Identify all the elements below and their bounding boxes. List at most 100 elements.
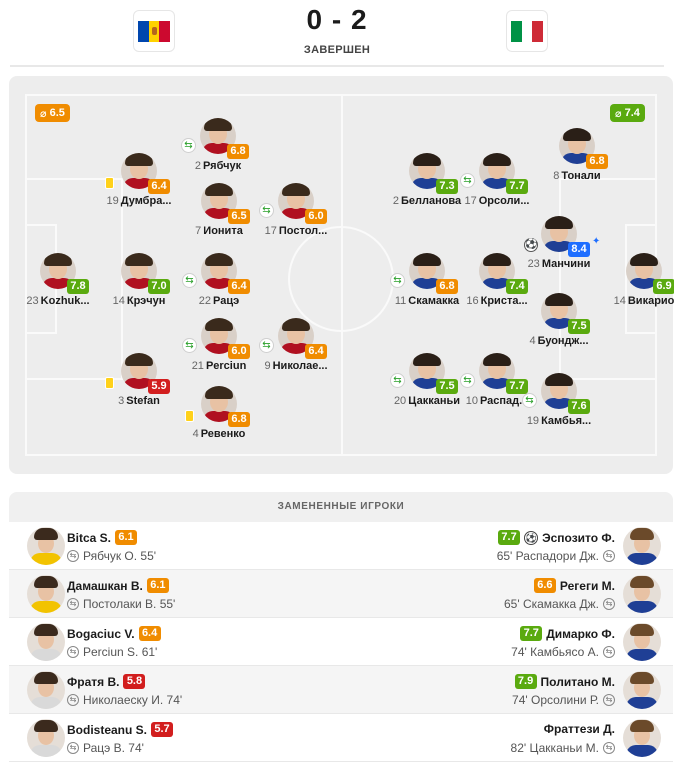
photo-shirt — [30, 697, 62, 709]
sub-rating: 6.6 — [533, 578, 556, 593]
player-number: 19 — [526, 415, 540, 427]
photo-shirt — [30, 553, 62, 565]
player-rating: 6.8 — [586, 154, 608, 169]
substitution-icon: ⇆ — [603, 646, 615, 658]
substitution-icon: ⇆ — [603, 742, 615, 754]
home-player[interactable]: 7.0 14 Крэчун — [94, 253, 184, 317]
player-rating: 6.4 — [228, 279, 250, 294]
home-sub-photo[interactable] — [27, 719, 65, 757]
home-sub-photo[interactable] — [27, 575, 65, 613]
home-player[interactable]: ⇆ 6.4 22 Рацэ — [174, 253, 264, 317]
player-name: Манчини — [541, 258, 591, 270]
substitution-row: Bodisteanu S. 5.7 ⇆ Рацэ В. 74' Фраттези Д. 8… — [9, 714, 673, 762]
player-number: 22 — [198, 295, 212, 307]
away-sub-name[interactable]: 7.7 ⚽ Эспозито Ф. — [498, 530, 615, 545]
home-player[interactable]: ⇆ 6.8 2 Рябчук — [173, 118, 263, 182]
sub-rating: 5.8 — [123, 674, 146, 689]
player-rating: 7.4 — [506, 279, 528, 294]
photo-hair — [34, 576, 58, 588]
yellow-card-icon — [105, 177, 114, 189]
home-player[interactable]: ⇆ 6.4 9 Николае... — [251, 318, 341, 382]
away-sub-name[interactable]: Фраттези Д. — [544, 722, 615, 736]
home-player[interactable]: ⇆ 6.0 17 Постол... — [251, 183, 341, 247]
home-sub-name[interactable]: Фратя В. 5.8 — [67, 674, 146, 689]
away-player[interactable]: 6.8 8 Тонали — [532, 128, 622, 192]
italy-flag[interactable] — [506, 10, 548, 52]
substitution-icon: ⇆ — [67, 694, 79, 706]
replaced-player: Постолаки В. 55' — [83, 597, 176, 611]
home-sub-name[interactable]: Bodisteanu S. 5.7 — [67, 722, 174, 737]
replaced-player: 82' Цакканьи М. — [510, 741, 599, 755]
photo-shirt — [30, 649, 62, 661]
home-player[interactable]: 5.9 3 Stefan — [94, 353, 184, 417]
player-number: 21 — [191, 360, 204, 372]
yellow-card-icon — [185, 410, 194, 422]
home-sub-photo[interactable] — [27, 623, 65, 661]
player-name: Рацэ — [213, 295, 240, 307]
substitution-icon: ⇆ — [259, 338, 274, 353]
header-divider — [10, 65, 664, 67]
player-name: Perciun — [205, 360, 247, 372]
substitution-icon: ⇆ — [67, 550, 79, 562]
home-sub-name[interactable]: Bitca S. 6.1 — [67, 530, 138, 545]
sub-player-name: Фратя В. — [67, 674, 120, 689]
photo-hair — [630, 576, 654, 588]
away-sub-photo[interactable] — [623, 527, 661, 565]
sub-player-name: Регеги М. — [559, 578, 615, 593]
away-sub-detail: 74' Камбьясо А. ⇆ — [511, 645, 615, 659]
photo-hair — [545, 373, 573, 386]
home-sub-name[interactable]: Bogaciuc V. 6.4 — [67, 626, 161, 641]
away-player[interactable]: ⇆ 7.6 19 Камбья... — [514, 373, 604, 437]
player-number: 23 — [26, 295, 39, 307]
player-name: Постол... — [278, 225, 328, 237]
sub-rating: 6.4 — [138, 626, 161, 641]
away-sub-name[interactable]: 7.7 Димарко Ф. — [520, 626, 615, 641]
average-icon: ⌀ — [40, 107, 47, 120]
away-sub-photo[interactable] — [623, 575, 661, 613]
player-rating: 6.5 — [228, 209, 250, 224]
home-sub-photo[interactable] — [27, 527, 65, 565]
sub-player-name: Политано М. — [540, 674, 615, 689]
photo-hair — [34, 720, 58, 732]
home-player[interactable]: 6.8 4 Ревенко — [174, 386, 264, 450]
photo-shirt — [626, 553, 658, 565]
away-sub-name[interactable]: 6.6 Регеги М. — [533, 578, 615, 593]
photo-hair — [34, 624, 58, 636]
away-sub-photo[interactable] — [623, 719, 661, 757]
substitution-row: Bitca S. 6.1 ⇆ Рябчук О. 55' 7.7 ⚽ Эспозито Ф.… — [9, 522, 673, 570]
substitution-icon: ⇆ — [522, 393, 537, 408]
photo-hair — [125, 253, 153, 266]
player-label: 23 Kozhuk... — [13, 295, 103, 307]
photo-hair — [44, 253, 72, 266]
player-number: 17 — [264, 225, 277, 237]
home-sub-name[interactable]: Дамашкан В. 6.1 — [67, 578, 169, 593]
player-rating: 6.9 — [653, 279, 674, 294]
player-label: 14 Викарио — [599, 295, 674, 307]
away-sub-name[interactable]: 7.9 Политано М. — [514, 674, 615, 689]
photo-hair — [125, 153, 153, 166]
away-player[interactable]: ⇆ 7.7 17 Орсоли... — [452, 153, 542, 217]
away-sub-photo[interactable] — [623, 623, 661, 661]
away-sub-detail: 65' Распадори Дж. ⇆ — [497, 549, 615, 563]
substitution-row: Bogaciuc V. 6.4 ⇆ Perciun S. 61' 7.7 Димарко … — [9, 618, 673, 666]
photo-hair — [630, 253, 658, 266]
replaced-player: Рацэ В. 74' — [83, 741, 144, 755]
replaced-player: Рябчук О. 55' — [83, 549, 157, 563]
away-player[interactable]: 7.5 4 Буондж... — [514, 293, 604, 357]
away-player[interactable]: 6.9 14 Викарио — [599, 253, 674, 317]
player-name: Викарио — [627, 295, 674, 307]
substitutes-panel: ЗАМЕНЕННЫЕ ИГРОКИ Bitca S. 6.1 ⇆ Рябчук О. … — [9, 492, 673, 783]
sub-player-name: Эспозито Ф. — [542, 530, 615, 545]
player-number: 19 — [106, 195, 119, 207]
player-label: 17 Постол... — [251, 225, 341, 237]
sub-player-name: Дамашкан В. — [67, 578, 143, 593]
player-number: 2 — [194, 160, 201, 172]
player-name: Николае... — [272, 360, 328, 372]
sub-player-name: Bogaciuc V. — [67, 626, 135, 641]
photo-hair — [483, 353, 511, 366]
home-player[interactable]: 6.4 19 Думбра... — [94, 153, 184, 217]
away-sub-photo[interactable] — [623, 671, 661, 709]
home-sub-photo[interactable] — [27, 671, 65, 709]
home-player[interactable]: 7.8 23 Kozhuk... — [13, 253, 103, 317]
sub-rating: 7.7 — [498, 530, 521, 545]
